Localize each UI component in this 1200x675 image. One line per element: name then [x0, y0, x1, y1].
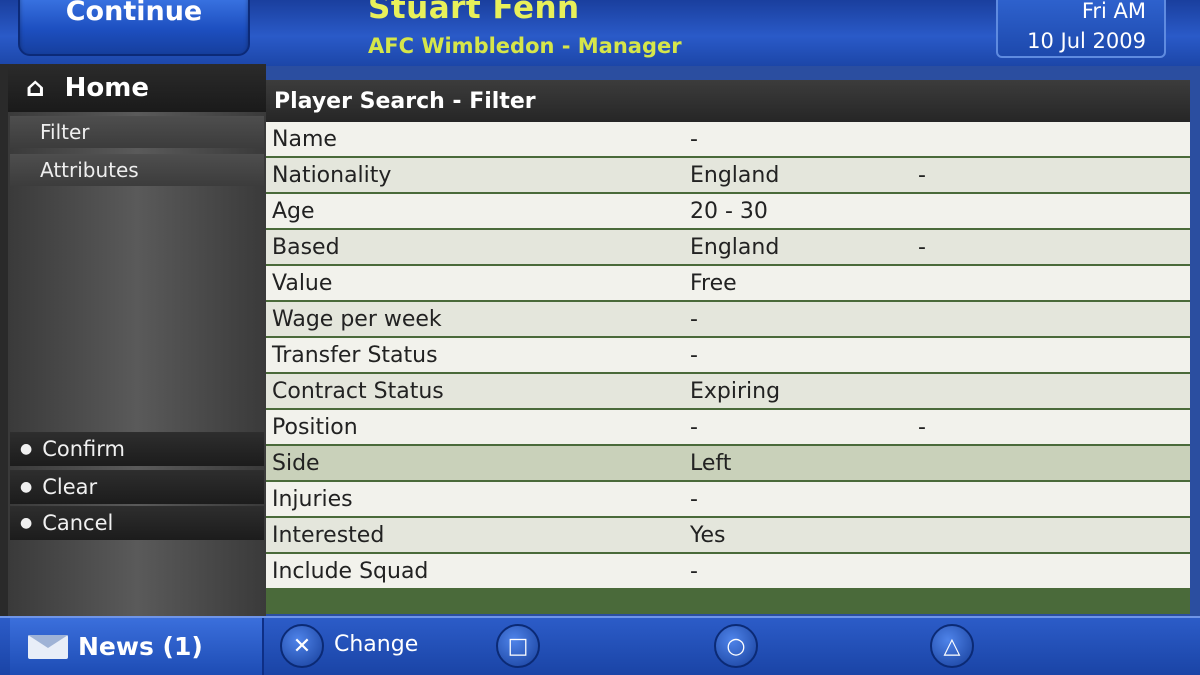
row-value: Left: [690, 450, 732, 476]
news-label: News (1): [78, 632, 203, 661]
home-button[interactable]: ⌂ Home: [8, 64, 266, 112]
filter-row-position[interactable]: Position - -: [266, 410, 1190, 444]
sidebar-item-filter[interactable]: Filter: [10, 116, 264, 148]
news-button[interactable]: News (1): [10, 618, 264, 675]
sidebar-item-attributes[interactable]: Attributes: [10, 154, 264, 186]
bullet-icon: ●: [20, 479, 33, 495]
row-label: Wage per week: [272, 306, 442, 332]
filter-row-interested[interactable]: Interested Yes: [266, 518, 1190, 552]
envelope-icon: [28, 634, 68, 659]
confirm-label: Confirm: [42, 437, 125, 461]
manager-name: Stuart Fenn: [368, 0, 580, 26]
row-value: -: [690, 558, 698, 584]
row-label: Transfer Status: [272, 342, 438, 368]
clear-label: Clear: [42, 475, 98, 499]
row-label: Value: [272, 270, 333, 296]
row-label: Position: [272, 414, 358, 440]
date-day: Fri AM: [1081, 0, 1146, 23]
filter-row-name[interactable]: Name -: [266, 122, 1190, 156]
top-header: Continue Stuart Fenn AFC Wimbledon - Man…: [0, 0, 1200, 66]
row-label: Injuries: [272, 486, 353, 512]
change-label: Change: [334, 632, 419, 657]
row-label: Age: [272, 198, 315, 224]
row-label: Name: [272, 126, 337, 152]
circle-button[interactable]: ○: [714, 624, 758, 668]
row-label: Nationality: [272, 162, 392, 188]
filter-row-side[interactable]: Side Left: [266, 446, 1190, 480]
row-value: -: [690, 342, 698, 368]
filter-row-wage[interactable]: Wage per week -: [266, 302, 1190, 336]
row-value: -: [690, 414, 698, 440]
row-label: Side: [272, 450, 320, 476]
row-value: England: [690, 234, 780, 260]
home-icon: ⌂: [26, 73, 45, 103]
filter-panel: Player Search - Filter Name - Nationalit…: [266, 80, 1190, 614]
row-value: -: [690, 306, 698, 332]
row-extra: -: [918, 162, 926, 188]
date-display: Fri AM 10 Jul 2009: [996, 0, 1166, 58]
filter-row-value[interactable]: Value Free: [266, 266, 1190, 300]
row-value: Yes: [690, 522, 726, 548]
cross-button[interactable]: ✕: [280, 624, 324, 668]
square-button[interactable]: □: [496, 624, 540, 668]
club-role: AFC Wimbledon - Manager: [368, 34, 682, 58]
row-label: Contract Status: [272, 378, 444, 404]
filter-row-injuries[interactable]: Injuries -: [266, 482, 1190, 516]
cancel-action[interactable]: ● Cancel: [10, 506, 264, 540]
row-value: Expiring: [690, 378, 781, 404]
filter-row-nationality[interactable]: Nationality England -: [266, 158, 1190, 192]
filter-row-transfer-status[interactable]: Transfer Status -: [266, 338, 1190, 372]
filter-row-contract-status[interactable]: Contract Status Expiring: [266, 374, 1190, 408]
bullet-icon: ●: [20, 441, 33, 457]
clear-action[interactable]: ● Clear: [10, 470, 264, 504]
date-full: 10 Jul 2009: [1027, 29, 1146, 53]
row-label: Interested: [272, 522, 385, 548]
bottom-bar: News (1) ✕ Change □ ○ △: [0, 616, 1200, 675]
row-extra: -: [918, 414, 926, 440]
row-value: 20 - 30: [690, 198, 768, 224]
filter-row-include-squad[interactable]: Include Squad -: [266, 554, 1190, 588]
row-value: -: [690, 126, 698, 152]
filter-row-age[interactable]: Age 20 - 30: [266, 194, 1190, 228]
confirm-action[interactable]: ● Confirm: [10, 432, 264, 466]
sidebar: ⌂ Home Filter Attributes ● Confirm ● Cle…: [0, 64, 266, 616]
row-value: -: [690, 486, 698, 512]
row-value: England: [690, 162, 780, 188]
cancel-label: Cancel: [42, 511, 114, 535]
bullet-icon: ●: [20, 515, 33, 531]
continue-button[interactable]: Continue: [18, 0, 250, 56]
row-label: Based: [272, 234, 340, 260]
row-extra: -: [918, 234, 926, 260]
home-label: Home: [64, 73, 149, 103]
triangle-button[interactable]: △: [930, 624, 974, 668]
row-label: Include Squad: [272, 558, 429, 584]
panel-title: Player Search - Filter: [266, 80, 1190, 122]
filter-row-based[interactable]: Based England -: [266, 230, 1190, 264]
row-value: Free: [690, 270, 737, 296]
